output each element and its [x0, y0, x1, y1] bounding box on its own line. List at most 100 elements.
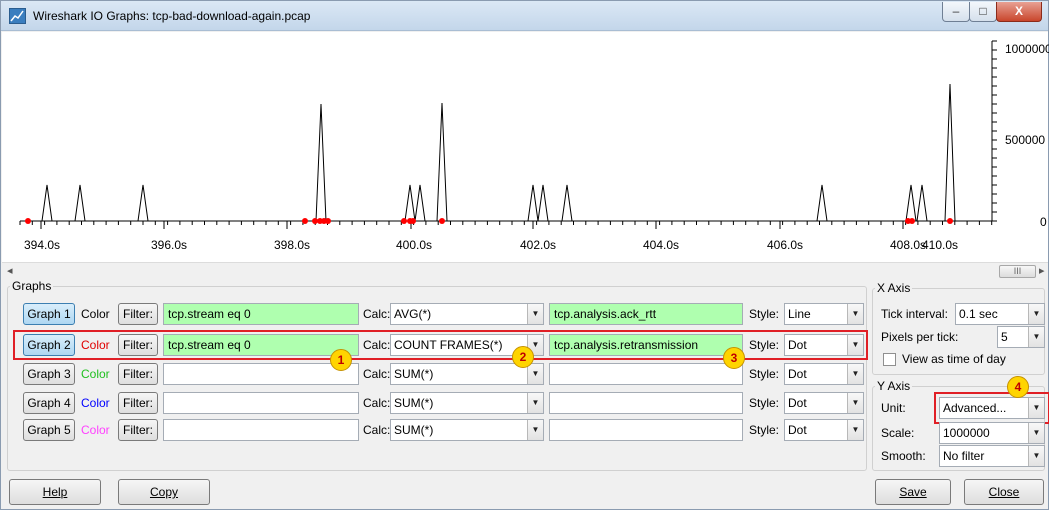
graph-4-button[interactable]: Graph 4	[23, 392, 75, 414]
io-graph-plot[interactable]: 394.0s 396.0s 398.0s 400.0s 402.0s 404.0…	[2, 32, 1049, 262]
x-axis-ticks	[19, 221, 993, 229]
graph-3-filter-button[interactable]: Filter:	[118, 363, 158, 385]
graph-2-style-value: Dot	[788, 338, 807, 352]
graph-4-calc-select[interactable]: SUM(*) ▼	[390, 392, 544, 414]
graph-5-calc-value: SUM(*)	[394, 423, 434, 437]
x-tick-label: 394.0s	[24, 238, 61, 252]
graph-1-color-label[interactable]: Color	[81, 303, 110, 325]
graph-5-field-input[interactable]	[549, 419, 743, 441]
dropdown-arrow-icon[interactable]: ▼	[527, 304, 543, 324]
io-graph-svg	[19, 40, 997, 229]
graph-4-color-label[interactable]: Color	[81, 392, 110, 414]
scale-value: 1000000	[943, 426, 990, 440]
dropdown-arrow-icon[interactable]: ▼	[1028, 304, 1044, 324]
scroll-right-icon[interactable]: ▸	[1039, 264, 1045, 277]
graph-5-style-select[interactable]: Dot ▼	[784, 419, 864, 441]
graph-2-field-input[interactable]: tcp.analysis.retransmission	[549, 334, 743, 356]
minimize-button[interactable]: –	[942, 2, 970, 22]
pixels-per-tick-select[interactable]: 5 ▼	[997, 326, 1045, 348]
graph-4-style-select[interactable]: Dot ▼	[784, 392, 864, 414]
x-tick-label: 402.0s	[520, 238, 557, 252]
graph-2-color-label[interactable]: Color	[81, 334, 110, 356]
graph-3-field-input[interactable]	[549, 363, 743, 385]
dropdown-arrow-icon[interactable]: ▼	[1028, 327, 1044, 347]
unit-value: Advanced...	[943, 401, 1007, 415]
dropdown-arrow-icon[interactable]: ▼	[527, 393, 543, 413]
callout-2: 2	[512, 346, 534, 368]
retransmission-dot	[325, 218, 331, 224]
graph-4-filter-input[interactable]	[163, 392, 359, 414]
help-button[interactable]: Help	[9, 479, 101, 505]
dropdown-arrow-icon[interactable]: ▼	[847, 420, 863, 440]
graph-5-calc-select[interactable]: SUM(*) ▼	[390, 419, 544, 441]
help-button-label: Help	[42, 485, 68, 499]
view-as-time-checkbox[interactable]	[883, 353, 896, 366]
dropdown-arrow-icon[interactable]: ▼	[847, 364, 863, 384]
dropdown-arrow-icon[interactable]: ▼	[847, 335, 863, 355]
dropdown-arrow-icon[interactable]: ▼	[1028, 398, 1044, 418]
tick-interval-value: 0.1 sec	[959, 307, 998, 321]
x-tick-label: 410.0s	[922, 238, 959, 252]
graph-3-filter-input[interactable]	[163, 363, 359, 385]
view-as-time-label[interactable]: View as time of day	[902, 348, 1006, 370]
dropdown-arrow-icon[interactable]: ▼	[1028, 423, 1044, 443]
graph-5-button[interactable]: Graph 5	[23, 419, 75, 441]
graph-1-style-select[interactable]: Line ▼	[784, 303, 864, 325]
smooth-select[interactable]: No filter ▼	[939, 445, 1045, 467]
horizontal-scrollbar[interactable]: ◂ III ▸	[2, 262, 1048, 280]
io-graphs-window: Wireshark IO Graphs: tcp-bad-download-ag…	[0, 0, 1049, 510]
x-tick-label: 400.0s	[396, 238, 433, 252]
retransmission-dot	[439, 218, 445, 224]
y-label-zero: 0	[1040, 215, 1047, 229]
scale-select[interactable]: 1000000 ▼	[939, 422, 1045, 444]
graph-1-filter-button[interactable]: Filter:	[118, 303, 158, 325]
graph-5-calc-label: Calc:	[363, 423, 391, 437]
graph-2-style-select[interactable]: Dot ▼	[784, 334, 864, 356]
graph-3-calc-label: Calc:	[363, 367, 391, 381]
graph-2-button[interactable]: Graph 2	[23, 334, 75, 356]
graph-1-line-series	[20, 83, 992, 222]
x-axis-legend: X Axis	[877, 281, 911, 295]
graph-2-filter-button[interactable]: Filter:	[118, 334, 158, 356]
dropdown-arrow-icon[interactable]: ▼	[1028, 446, 1044, 466]
graph-1-calc-select[interactable]: AVG(*) ▼	[390, 303, 544, 325]
graph-4-calc-value: SUM(*)	[394, 396, 434, 410]
graph-1-calc-label: Calc:	[363, 307, 391, 321]
graph-4-field-input[interactable]	[549, 392, 743, 414]
copy-button-label: Copy	[149, 485, 178, 499]
graph-2-filter-input[interactable]: tcp.stream eq 0	[163, 334, 359, 356]
save-button[interactable]: Save	[875, 479, 951, 505]
wireshark-app-icon	[9, 8, 26, 24]
maximize-button[interactable]: □	[969, 2, 997, 22]
close-window-button[interactable]: X	[996, 2, 1042, 22]
scroll-thumb[interactable]: III	[999, 265, 1036, 278]
dropdown-arrow-icon[interactable]: ▼	[847, 393, 863, 413]
graph-1-style-label: Style:	[749, 307, 780, 321]
unit-select[interactable]: Advanced... ▼	[939, 397, 1045, 419]
graph-4-style-label: Style:	[749, 396, 780, 410]
dropdown-arrow-icon[interactable]: ▼	[527, 364, 543, 384]
unit-label: Unit:	[881, 401, 906, 415]
graph-3-button[interactable]: Graph 3	[23, 363, 75, 385]
dropdown-arrow-icon[interactable]: ▼	[527, 420, 543, 440]
scroll-left-icon[interactable]: ◂	[7, 264, 13, 277]
graph-3-calc-value: SUM(*)	[394, 367, 434, 381]
graph-4-filter-button[interactable]: Filter:	[118, 392, 158, 414]
graph-1-button[interactable]: Graph 1	[23, 303, 75, 325]
copy-button[interactable]: Copy	[118, 479, 210, 505]
graph-3-color-label[interactable]: Color	[81, 363, 110, 385]
close-button[interactable]: Close	[964, 479, 1044, 505]
graph-2-calc-value: COUNT FRAMES(*)	[394, 338, 503, 352]
graph-1-filter-input[interactable]: tcp.stream eq 0	[163, 303, 359, 325]
graph-5-filter-button[interactable]: Filter:	[118, 419, 158, 441]
graph-5-color-label[interactable]: Color	[81, 419, 110, 441]
tick-interval-select[interactable]: 0.1 sec ▼	[955, 303, 1045, 325]
graph-1-field-input[interactable]: tcp.analysis.ack_rtt	[549, 303, 743, 325]
retransmission-dot	[909, 218, 915, 224]
x-tick-label: 404.0s	[643, 238, 680, 252]
dropdown-arrow-icon[interactable]: ▼	[847, 304, 863, 324]
close-button-label: Close	[988, 485, 1020, 499]
graph-3-style-select[interactable]: Dot ▼	[784, 363, 864, 385]
graph-5-style-label: Style:	[749, 423, 780, 437]
graph-5-filter-input[interactable]	[163, 419, 359, 441]
